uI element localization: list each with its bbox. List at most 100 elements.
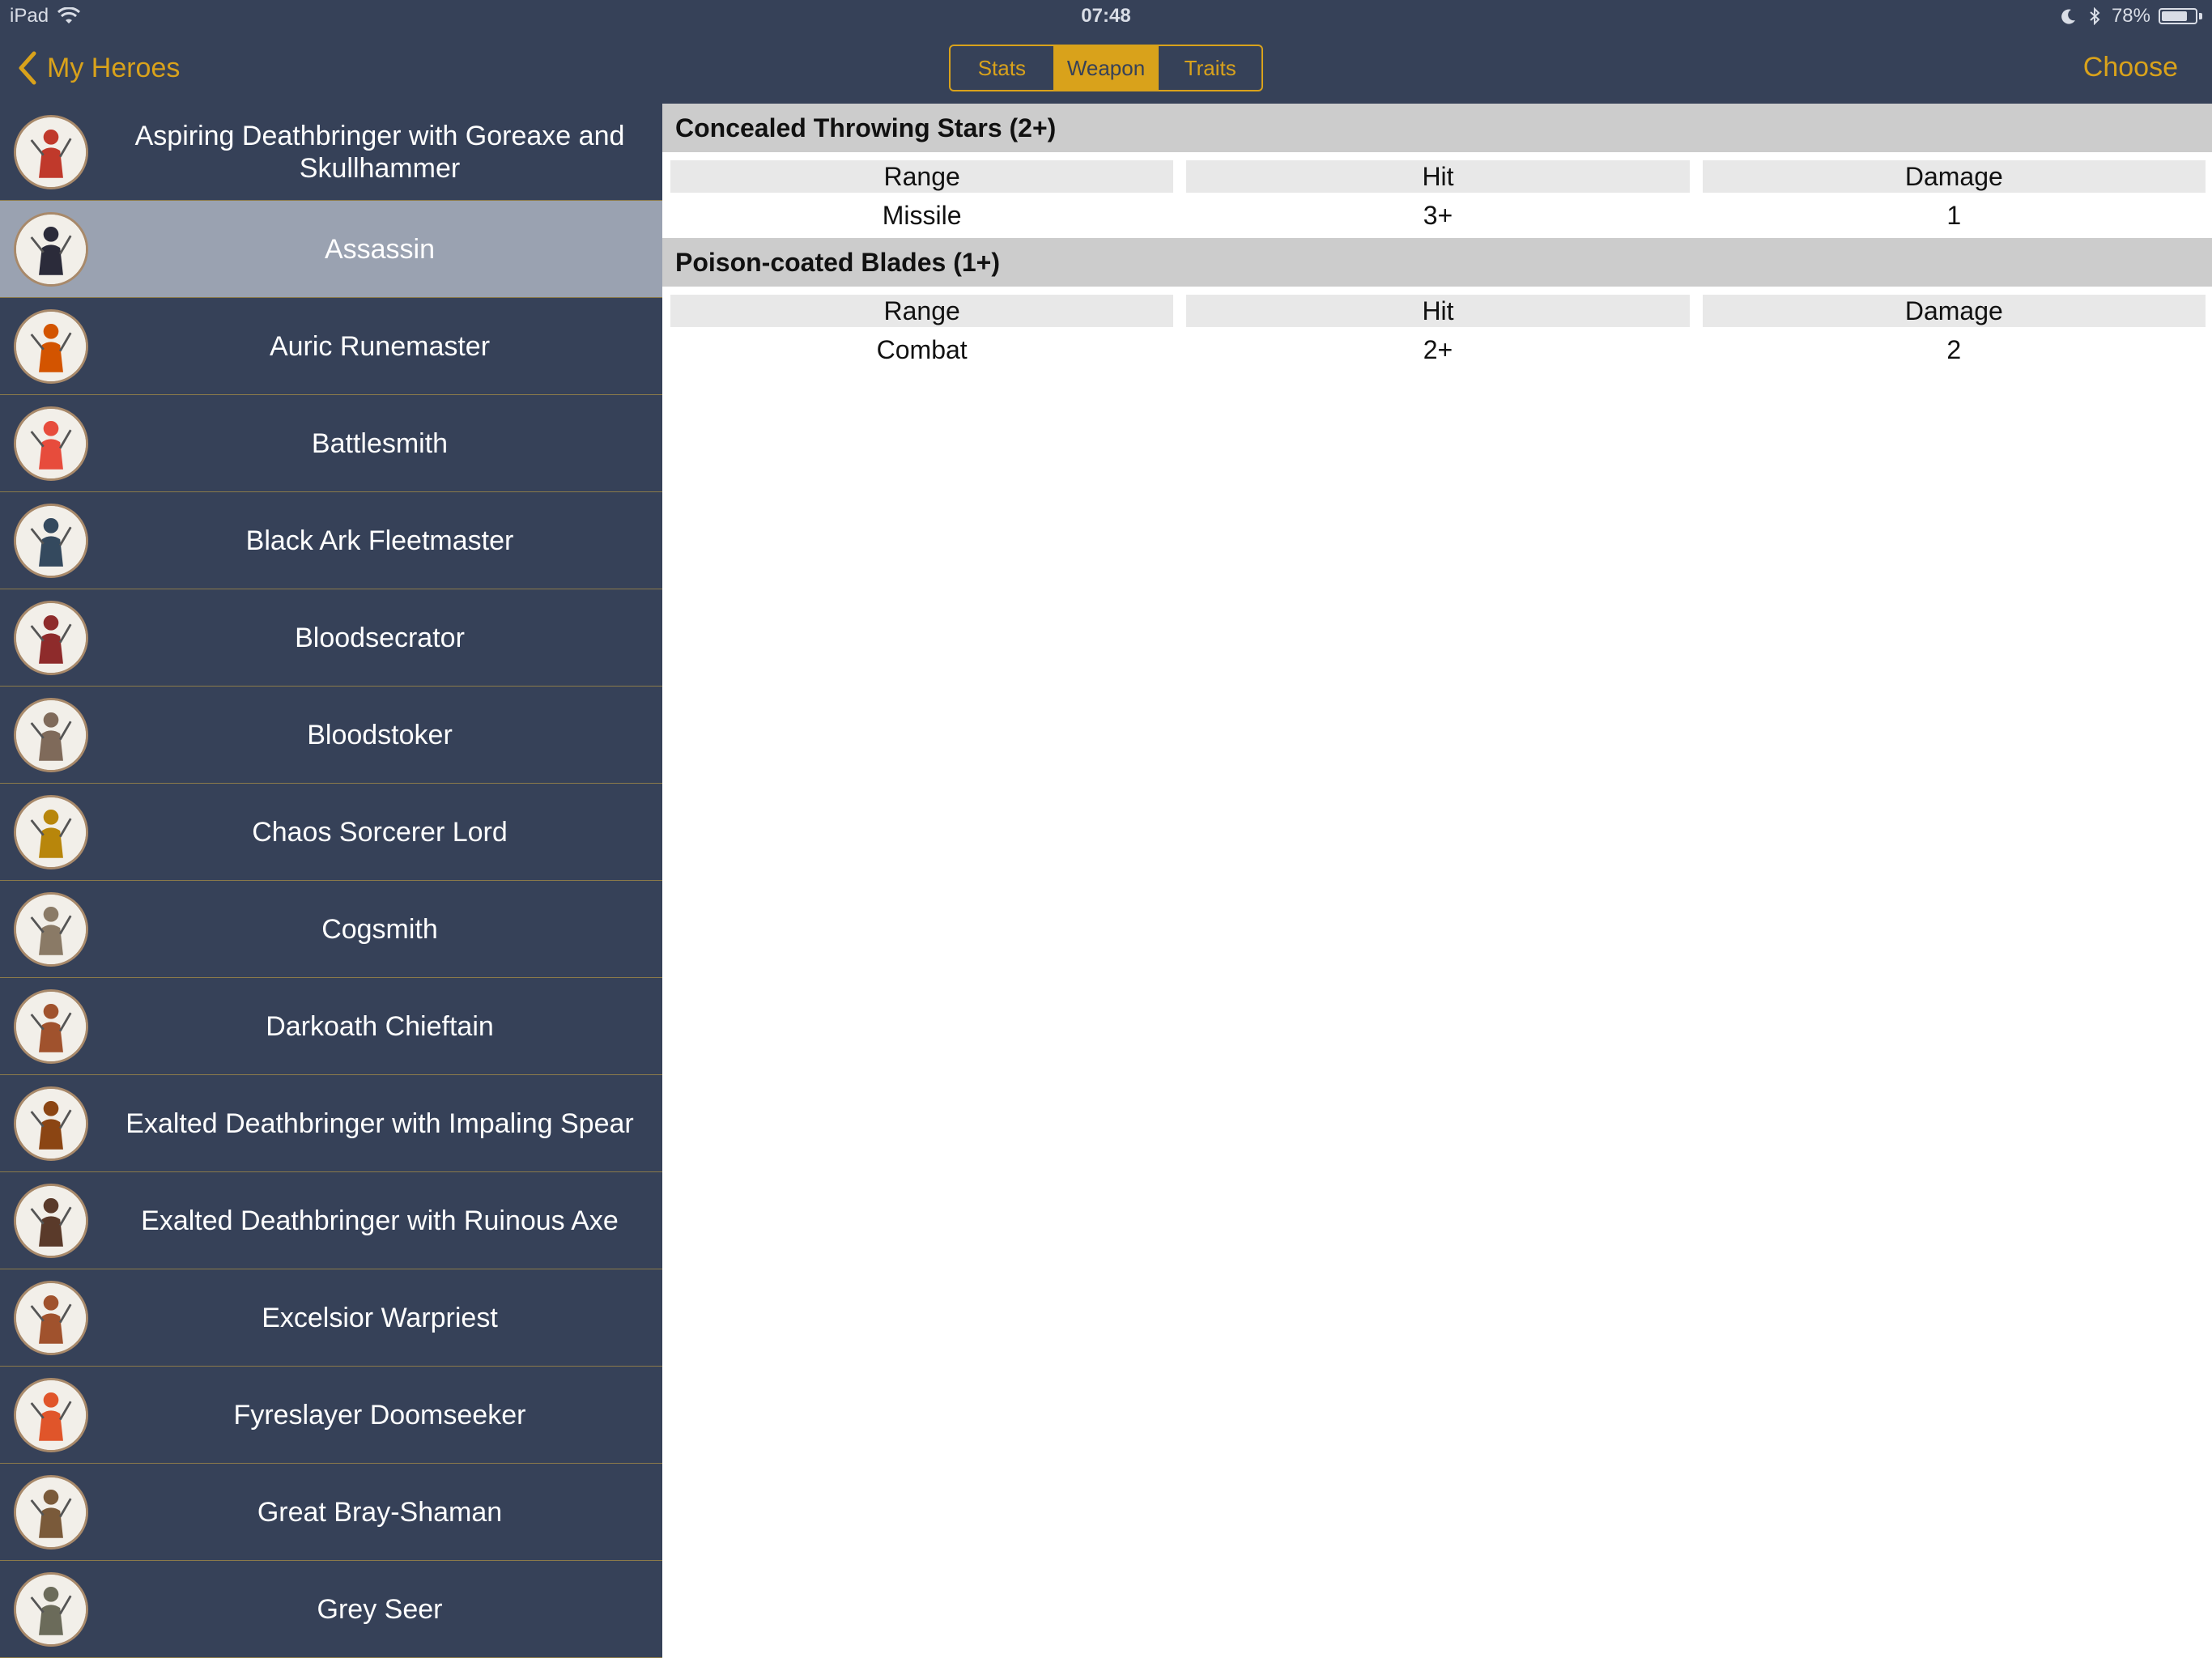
hero-row[interactable]: Bloodstoker — [0, 687, 662, 784]
hero-row[interactable]: Assassin — [0, 201, 662, 298]
weapon-stat-column: Hit 3+ — [1186, 160, 1690, 238]
hero-avatar — [14, 1475, 88, 1550]
status-bar: iPad 07:48 78% — [0, 0, 2212, 32]
hero-avatar — [14, 795, 88, 869]
hero-row[interactable]: Chaos Sorcerer Lord — [0, 784, 662, 881]
stat-value: Combat — [876, 334, 968, 364]
stat-header: Damage — [1702, 295, 2206, 327]
segmented-control: Stats Weapon Traits — [949, 45, 1263, 91]
battery-percent: 78% — [2111, 5, 2150, 27]
hero-avatar — [14, 406, 88, 481]
moon-icon — [2061, 9, 2075, 24]
hero-row[interactable]: Grey Seer — [0, 1561, 662, 1658]
hero-row[interactable]: Darkoath Chieftain — [0, 978, 662, 1075]
stat-header: Range — [670, 295, 1174, 327]
weapon-stat-column: Hit 2+ — [1186, 295, 1690, 372]
weapon-stats-table: Range Missile Hit 3+ Damage 1 — [662, 152, 2212, 238]
choose-button[interactable]: Choose — [2083, 52, 2178, 83]
hero-avatar — [14, 212, 88, 287]
hero-name: Bloodsecrator — [295, 622, 465, 653]
hero-avatar — [14, 1281, 88, 1355]
weapon-name: Poison-coated Blades (1+) — [662, 238, 2212, 287]
hero-name: Assassin — [324, 233, 436, 265]
tab-stats[interactable]: Stats — [951, 46, 1055, 90]
hero-name: Excelsior Warpriest — [262, 1302, 498, 1333]
back-label: My Heroes — [47, 52, 181, 83]
hero-avatar — [14, 601, 88, 675]
hero-figure-icon — [16, 992, 86, 1061]
chevron-left-icon — [19, 51, 36, 85]
hero-name: Grey Seer — [317, 1593, 443, 1625]
hero-row[interactable]: Exalted Deathbringer with Ruinous Axe — [0, 1172, 662, 1269]
hero-figure-icon — [16, 700, 86, 770]
tab-weapon[interactable]: Weapon — [1054, 46, 1159, 90]
weapon-detail: Concealed Throwing Stars (2+) Range Missil… — [662, 104, 2212, 1658]
hero-figure-icon — [16, 895, 86, 964]
hero-row[interactable]: Aspiring Deathbringer with Goreaxe and S… — [0, 104, 662, 201]
bluetooth-icon — [2090, 7, 2100, 25]
hero-avatar — [14, 1378, 88, 1452]
hero-figure-icon — [16, 506, 86, 576]
hero-name: Great Bray-Shaman — [257, 1496, 503, 1528]
stat-value: 3+ — [1423, 200, 1453, 230]
hero-figure-icon — [16, 1186, 86, 1256]
hero-row[interactable]: Bloodsecrator — [0, 589, 662, 687]
hero-row[interactable]: Auric Runemaster — [0, 298, 662, 395]
weapon-section: Concealed Throwing Stars (2+) Range Missil… — [662, 104, 2212, 238]
hero-figure-icon — [16, 312, 86, 381]
hero-name: Bloodstoker — [307, 719, 453, 750]
hero-avatar — [14, 698, 88, 772]
hero-avatar — [14, 989, 88, 1064]
hero-row[interactable]: Fyreslayer Doomseeker — [0, 1367, 662, 1464]
hero-name: Exalted Deathbringer with Impaling Spear — [125, 1107, 634, 1139]
stat-value: 2+ — [1423, 334, 1453, 364]
hero-name: Chaos Sorcerer Lord — [252, 816, 508, 848]
navigation-bar: My Heroes Stats Weapon Traits Choose — [0, 32, 2212, 104]
hero-name: Auric Runemaster — [269, 330, 491, 362]
stat-value: Missile — [882, 200, 962, 230]
hero-avatar — [14, 892, 88, 967]
hero-figure-icon — [16, 409, 86, 478]
stat-header: Hit — [1186, 295, 1690, 327]
hero-avatar — [14, 1086, 88, 1161]
stat-header: Range — [670, 160, 1174, 193]
weapon-stats-table: Range Combat Hit 2+ Damage 2 — [662, 287, 2212, 372]
hero-row[interactable]: Battlesmith — [0, 395, 662, 492]
tab-traits[interactable]: Traits — [1159, 46, 1261, 90]
hero-figure-icon — [16, 797, 86, 867]
hero-name: Black Ark Fleetmaster — [245, 525, 514, 556]
hero-avatar — [14, 1184, 88, 1258]
weapon-stat-column: Range Missile — [670, 160, 1174, 238]
hero-row[interactable]: Great Bray-Shaman — [0, 1464, 662, 1561]
hero-figure-icon — [16, 1089, 86, 1158]
stat-value: 1 — [1946, 200, 1962, 230]
hero-figure-icon — [16, 1575, 86, 1644]
hero-row[interactable]: Exalted Deathbringer with Impaling Spear — [0, 1075, 662, 1172]
weapon-stat-column: Damage 2 — [1702, 295, 2206, 372]
hero-figure-icon — [16, 603, 86, 673]
hero-row[interactable]: Black Ark Fleetmaster — [0, 492, 662, 589]
hero-figure-icon — [16, 1477, 86, 1547]
hero-figure-icon — [16, 215, 86, 284]
hero-avatar — [14, 1572, 88, 1647]
hero-avatar — [14, 309, 88, 384]
back-button[interactable]: My Heroes — [16, 49, 180, 87]
hero-name: Darkoath Chieftain — [266, 1010, 494, 1042]
hero-row[interactable]: Cogsmith — [0, 881, 662, 978]
weapon-stat-column: Range Combat — [670, 295, 1174, 372]
stat-header: Damage — [1702, 160, 2206, 193]
weapon-stat-column: Damage 1 — [1702, 160, 2206, 238]
hero-name: Exalted Deathbringer with Ruinous Axe — [141, 1205, 619, 1236]
hero-name: Fyreslayer Doomseeker — [233, 1399, 526, 1431]
status-right: 78% — [2060, 5, 2202, 28]
hero-list[interactable]: Aspiring Deathbringer with Goreaxe and S… — [0, 104, 662, 1658]
weapon-name: Concealed Throwing Stars (2+) — [662, 104, 2212, 152]
hero-avatar — [14, 504, 88, 578]
weapon-section: Poison-coated Blades (1+) Range Combat Hit 2… — [662, 238, 2212, 372]
status-time: 07:48 — [1081, 5, 1131, 27]
hero-row[interactable]: Excelsior Warpriest — [0, 1269, 662, 1367]
hero-figure-icon — [16, 1283, 86, 1353]
hero-name: Cogsmith — [321, 913, 438, 945]
battery-icon — [2159, 6, 2202, 26]
hero-name: Aspiring Deathbringer with Goreaxe and S… — [134, 120, 625, 184]
